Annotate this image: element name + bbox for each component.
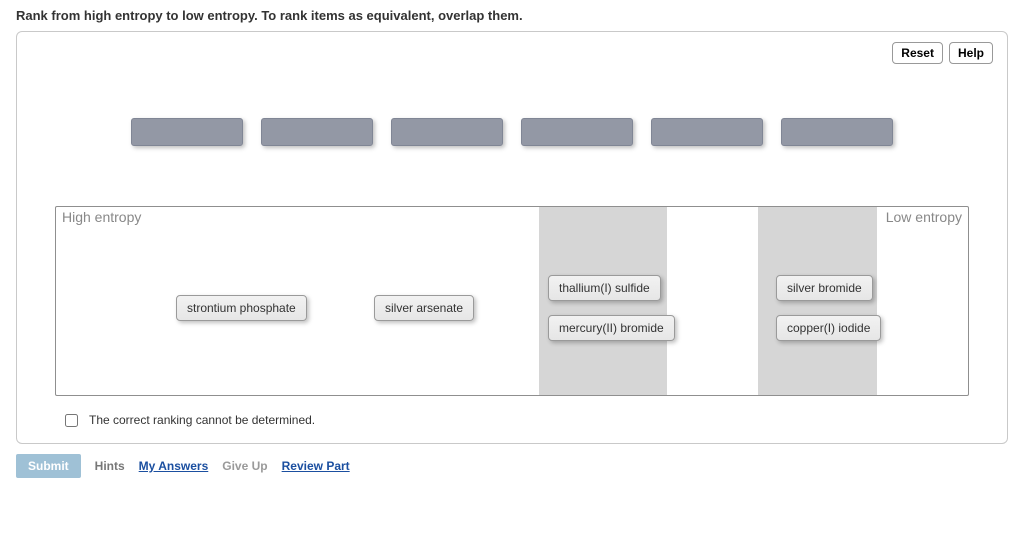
chip-silver-arsenate[interactable]: silver arsenate <box>374 295 474 321</box>
rank-slot[interactable] <box>781 118 893 146</box>
footer-bar: Submit Hints My Answers Give Up Review P… <box>16 454 1008 478</box>
rank-slot[interactable] <box>651 118 763 146</box>
rank-band <box>539 207 667 395</box>
instruction-text: Rank from high entropy to low entropy. T… <box>16 8 1008 23</box>
chip-mercury-bromide[interactable]: mercury(II) bromide <box>548 315 675 341</box>
cannot-determine-label: The correct ranking cannot be determined… <box>89 413 315 427</box>
slot-row <box>35 118 989 146</box>
submit-button[interactable]: Submit <box>16 454 81 478</box>
chip-strontium-phosphate[interactable]: strontium phosphate <box>176 295 307 321</box>
cannot-determine-row: The correct ranking cannot be determined… <box>61 410 989 429</box>
rank-drop-area[interactable]: High entropy Low entropy strontium phosp… <box>55 206 969 396</box>
rank-slot[interactable] <box>521 118 633 146</box>
ranking-panel: Reset Help High entropy Low entropy stro… <box>16 31 1008 444</box>
hints-link[interactable]: Hints <box>95 459 125 473</box>
low-entropy-label: Low entropy <box>886 209 962 225</box>
review-part-link[interactable]: Review Part <box>282 459 350 473</box>
rank-slot[interactable] <box>391 118 503 146</box>
high-entropy-label: High entropy <box>62 209 141 225</box>
help-button[interactable]: Help <box>949 42 993 64</box>
chip-silver-bromide[interactable]: silver bromide <box>776 275 873 301</box>
panel-top-buttons: Reset Help <box>892 42 993 64</box>
chip-thallium-sulfide[interactable]: thallium(I) sulfide <box>548 275 661 301</box>
give-up-link[interactable]: Give Up <box>222 459 267 473</box>
rank-band <box>758 207 877 395</box>
my-answers-link[interactable]: My Answers <box>139 459 209 473</box>
rank-slot[interactable] <box>261 118 373 146</box>
cannot-determine-checkbox[interactable] <box>65 414 78 427</box>
chip-copper-iodide[interactable]: copper(I) iodide <box>776 315 881 341</box>
rank-slot[interactable] <box>131 118 243 146</box>
reset-button[interactable]: Reset <box>892 42 943 64</box>
